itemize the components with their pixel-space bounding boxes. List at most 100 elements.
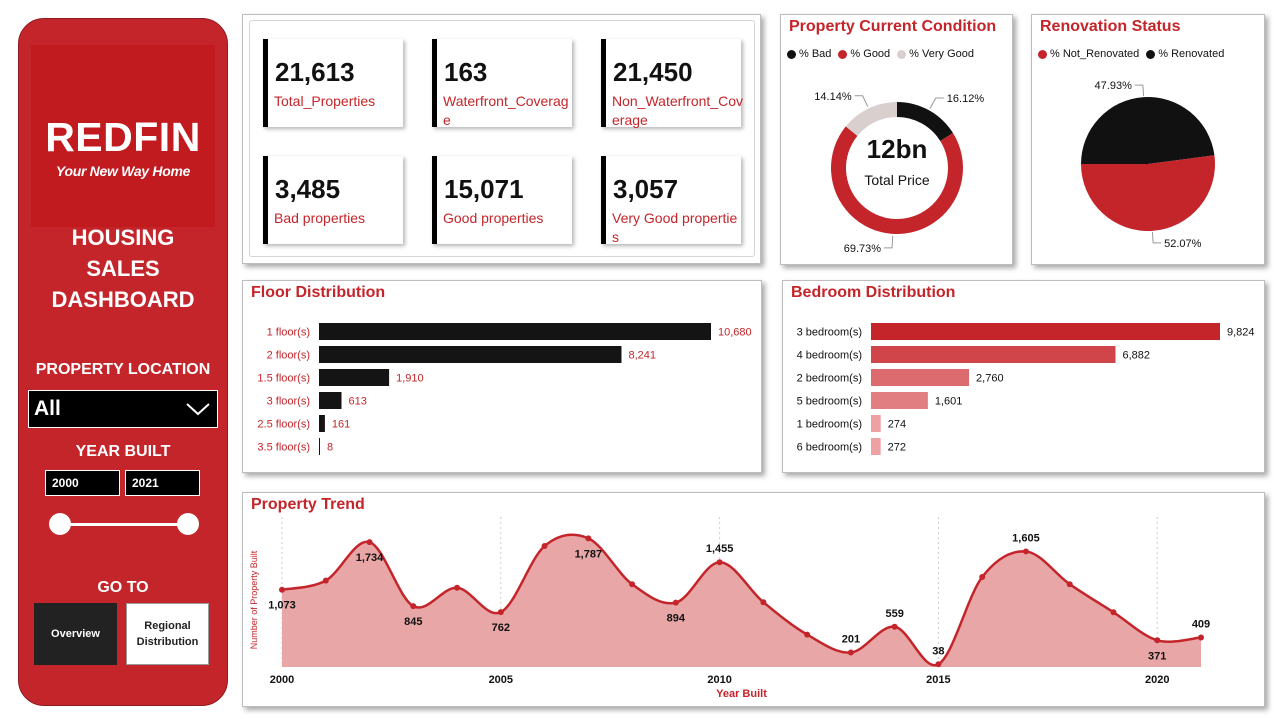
bar[interactable]	[319, 323, 711, 340]
trend-point[interactable]	[1154, 637, 1161, 644]
trend-data-label: 409	[1192, 619, 1210, 631]
sidebar: REDFIN Your New Way Home HOUSING SALES D…	[18, 18, 228, 706]
bar-value-label: 1,601	[935, 396, 963, 408]
bar[interactable]	[319, 369, 390, 386]
trend-data-label: 201	[842, 634, 860, 646]
donut-data-label: 69.73%	[844, 243, 882, 255]
trend-point[interactable]	[279, 586, 285, 593]
bar-category-label: 4 bedroom(s)	[797, 350, 862, 362]
bar[interactable]	[871, 346, 1116, 363]
trend-data-label: 1,787	[575, 548, 603, 560]
trend-point[interactable]	[891, 623, 898, 630]
trend-point[interactable]	[847, 649, 854, 656]
year-from-input[interactable]: 2000	[45, 470, 120, 496]
floor-distribution-panel: Floor Distribution 1 floor(s) 10,680 2 flo…	[242, 280, 762, 473]
bar-value-label: 274	[888, 419, 906, 431]
property-location-dropdown[interactable]: All	[28, 390, 218, 428]
bedroom-distribution-panel: Bedroom Distribution 3 bedroom(s) 9,824 4 …	[782, 280, 1265, 473]
kpi-value: 3,057	[613, 174, 679, 204]
bar-category-label: 5 bedroom(s)	[797, 396, 862, 408]
trend-point[interactable]	[760, 599, 767, 606]
pie-slice[interactable]	[1081, 97, 1215, 164]
bar-value-label: 10,680	[718, 327, 752, 339]
regional-distribution-button[interactable]: Regional Distribution	[126, 603, 209, 665]
trend-point[interactable]	[716, 559, 723, 566]
kpi-card-good-properties: 15,071 Good properties	[432, 156, 572, 244]
slider-handle-start[interactable]	[49, 513, 71, 535]
trend-x-axis-label: Year Built	[716, 688, 767, 700]
trend-data-label: 559	[885, 608, 903, 620]
trend-x-tick-label: 2005	[489, 674, 513, 686]
kpi-value: 21,613	[275, 57, 355, 87]
bar[interactable]	[319, 415, 325, 432]
bar[interactable]	[871, 438, 881, 455]
slider-handle-end[interactable]	[177, 513, 199, 535]
trend-data-label: 38	[932, 645, 944, 657]
trend-x-tick-label: 2020	[1145, 674, 1169, 686]
kpi-label: Waterfront_Coverage	[443, 93, 569, 128]
condition-panel: Property Current Condition % Bad % Good …	[780, 14, 1013, 265]
bar-category-label: 3 bedroom(s)	[797, 327, 862, 339]
bar-value-label: 8	[327, 442, 333, 454]
pie-leader-line	[1151, 231, 1162, 244]
kpi-value: 21,450	[613, 57, 693, 87]
donut-leader-line	[854, 95, 869, 107]
trend-point[interactable]	[541, 543, 548, 550]
bar[interactable]	[871, 323, 1220, 340]
dashboard-title-line: SALES	[86, 256, 160, 281]
pie-slice[interactable]	[1081, 155, 1215, 232]
trend-point[interactable]	[585, 535, 592, 542]
trend-point[interactable]	[804, 631, 811, 638]
bar-category-label: 2 bedroom(s)	[797, 373, 862, 385]
donut-slice[interactable]	[845, 102, 897, 136]
donut-data-label: 14.14%	[814, 91, 852, 103]
logo-tagline: Your New Way Home	[55, 163, 191, 179]
bar[interactable]	[871, 369, 970, 386]
kpi-label: Good properties	[443, 210, 544, 226]
trend-point[interactable]	[1066, 581, 1073, 588]
kpi-card-non-waterfront: 21,450 Non_Waterfront_Coverage	[601, 39, 743, 128]
year-to-input[interactable]: 2021	[125, 470, 200, 496]
donut-center-label: Total Price	[864, 172, 930, 188]
bar[interactable]	[319, 392, 342, 409]
trend-point[interactable]	[629, 581, 636, 588]
dashboard-title-line: HOUSING	[71, 225, 175, 250]
kpi-label: Very Good properties	[612, 210, 738, 245]
bar-category-label: 2 floor(s)	[267, 350, 310, 362]
condition-donut-chart: 16.12% 69.73% 14.14% 12bn Total Price	[814, 91, 985, 255]
property-location-label: PROPERTY LOCATION	[35, 361, 211, 378]
property-trend-panel: Property Trend Number of Property Built …	[242, 492, 1265, 707]
trend-point[interactable]	[672, 599, 679, 606]
bar[interactable]	[871, 392, 928, 409]
trend-point[interactable]	[935, 661, 942, 668]
donut-data-label: 16.12%	[947, 93, 985, 105]
trend-point[interactable]	[1022, 548, 1029, 555]
trend-point[interactable]	[366, 539, 373, 546]
floor-bar-chart: 1 floor(s) 10,680 2 floor(s) 8,241 1.5 floor…	[257, 323, 752, 455]
trend-point[interactable]	[454, 584, 461, 591]
donut-leader-line	[884, 235, 894, 249]
trend-point[interactable]	[322, 577, 329, 584]
renovation-panel: Renovation Status % Not_Renovated % Reno…	[1031, 14, 1265, 265]
trend-point[interactable]	[410, 603, 417, 610]
trend-point[interactable]	[497, 609, 504, 616]
bar[interactable]	[871, 415, 881, 432]
bar-category-label: 1 floor(s)	[267, 327, 310, 339]
trend-point[interactable]	[1198, 634, 1204, 641]
kpi-card-total-properties: 21,613 Total_Properties	[263, 39, 403, 127]
trend-data-label: 1,734	[356, 552, 384, 564]
bar-value-label: 9,824	[1227, 327, 1255, 339]
kpi-value: 163	[444, 57, 488, 87]
pie-leader-line	[1134, 84, 1145, 97]
bar-value-label: 613	[348, 396, 366, 408]
trend-data-label: 1,455	[706, 543, 734, 555]
logo-brand: REDFIN	[45, 114, 201, 160]
year-range-slider[interactable]	[49, 513, 199, 535]
trend-point[interactable]	[1110, 609, 1117, 616]
trend-point[interactable]	[979, 574, 986, 580]
bar-category-label: 2.5 floor(s)	[257, 419, 310, 431]
bar-value-label: 1,910	[396, 373, 424, 385]
bar[interactable]	[319, 438, 320, 455]
overview-button[interactable]: Overview	[34, 603, 117, 665]
bar[interactable]	[319, 346, 622, 363]
